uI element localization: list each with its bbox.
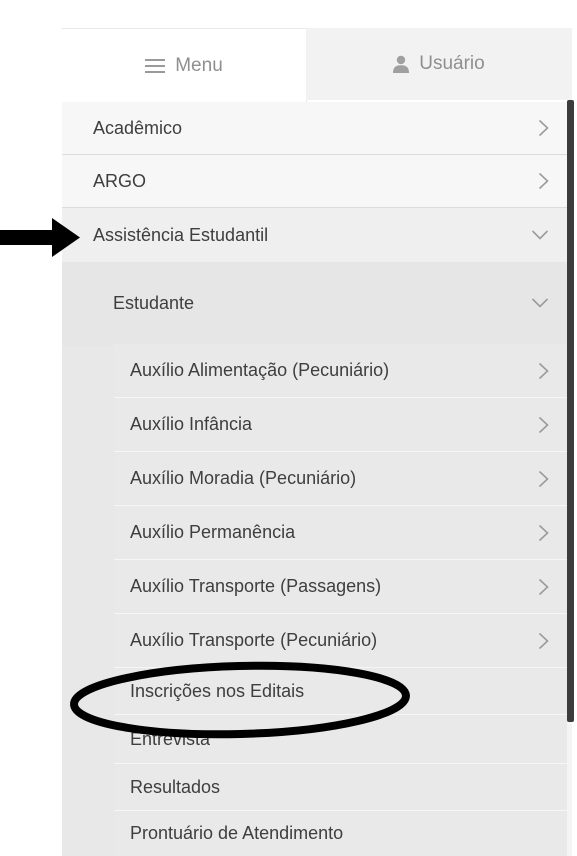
chevron-down-icon	[531, 230, 549, 241]
chevron-right-icon	[538, 119, 549, 137]
menu-item-label: Acadêmico	[93, 117, 183, 138]
sidebar-tabs: Menu Usuário	[62, 28, 572, 103]
chevron-right-icon	[538, 362, 549, 380]
chevron-right-icon	[538, 524, 549, 542]
submenu-item-label: Resultados	[130, 776, 221, 797]
tab-user[interactable]: Usuário	[306, 28, 572, 100]
submenu-item[interactable]: Auxílio Permanência	[114, 506, 567, 560]
submenu-item-label: Auxílio Permanência	[130, 522, 296, 542]
ellipse-highlight	[64, 656, 420, 749]
submenu-item[interactable]: Prontuário de Atendimento	[114, 811, 567, 856]
submenu-item[interactable]: Resultados	[114, 764, 567, 811]
arrow-pointer	[0, 218, 80, 263]
menu-item-academico[interactable]: Acadêmico	[62, 102, 567, 155]
submenu-item-label: Auxílio Alimentação (Pecuniário)	[130, 360, 390, 380]
submenu-item[interactable]: Auxílio Transporte (Passagens)	[114, 560, 567, 614]
submenu-item[interactable]: Auxílio Moradia (Pecuniário)	[114, 452, 567, 506]
hamburger-icon	[145, 59, 166, 73]
chevron-right-icon	[538, 172, 549, 190]
tab-menu-label: Menu	[175, 55, 223, 76]
submenu-item[interactable]: Auxílio Infância	[114, 398, 567, 452]
submenu-item-label: Auxílio Moradia (Pecuniário)	[130, 468, 357, 488]
menu-item-assistencia-estudantil[interactable]: Assistência Estudantil	[62, 208, 567, 263]
chevron-right-icon	[538, 470, 549, 488]
menu-item-label: Estudante	[113, 292, 195, 313]
submenu-item-label: Auxílio Transporte (Pecuniário)	[130, 630, 378, 650]
menu-item-estudante[interactable]: Estudante	[62, 262, 567, 345]
menu-item-argo[interactable]: ARGO	[62, 155, 567, 208]
chevron-right-icon	[538, 578, 549, 596]
submenu-item[interactable]: Auxílio Alimentação (Pecuniário)	[114, 344, 567, 398]
user-icon	[393, 55, 410, 73]
menu-item-label: ARGO	[93, 170, 147, 191]
tab-menu[interactable]: Menu	[62, 28, 307, 103]
submenu-item-label: Auxílio Transporte (Passagens)	[130, 576, 382, 596]
tab-user-label: Usuário	[419, 53, 485, 74]
chevron-down-icon	[531, 298, 549, 309]
scrollbar[interactable]	[567, 100, 574, 722]
chevron-right-icon	[538, 632, 549, 650]
menu-item-label: Assistência Estudantil	[93, 224, 269, 245]
submenu-item-label: Auxílio Infância	[130, 414, 253, 434]
chevron-right-icon	[538, 416, 549, 434]
submenu-item-label: Prontuário de Atendimento	[130, 823, 344, 843]
